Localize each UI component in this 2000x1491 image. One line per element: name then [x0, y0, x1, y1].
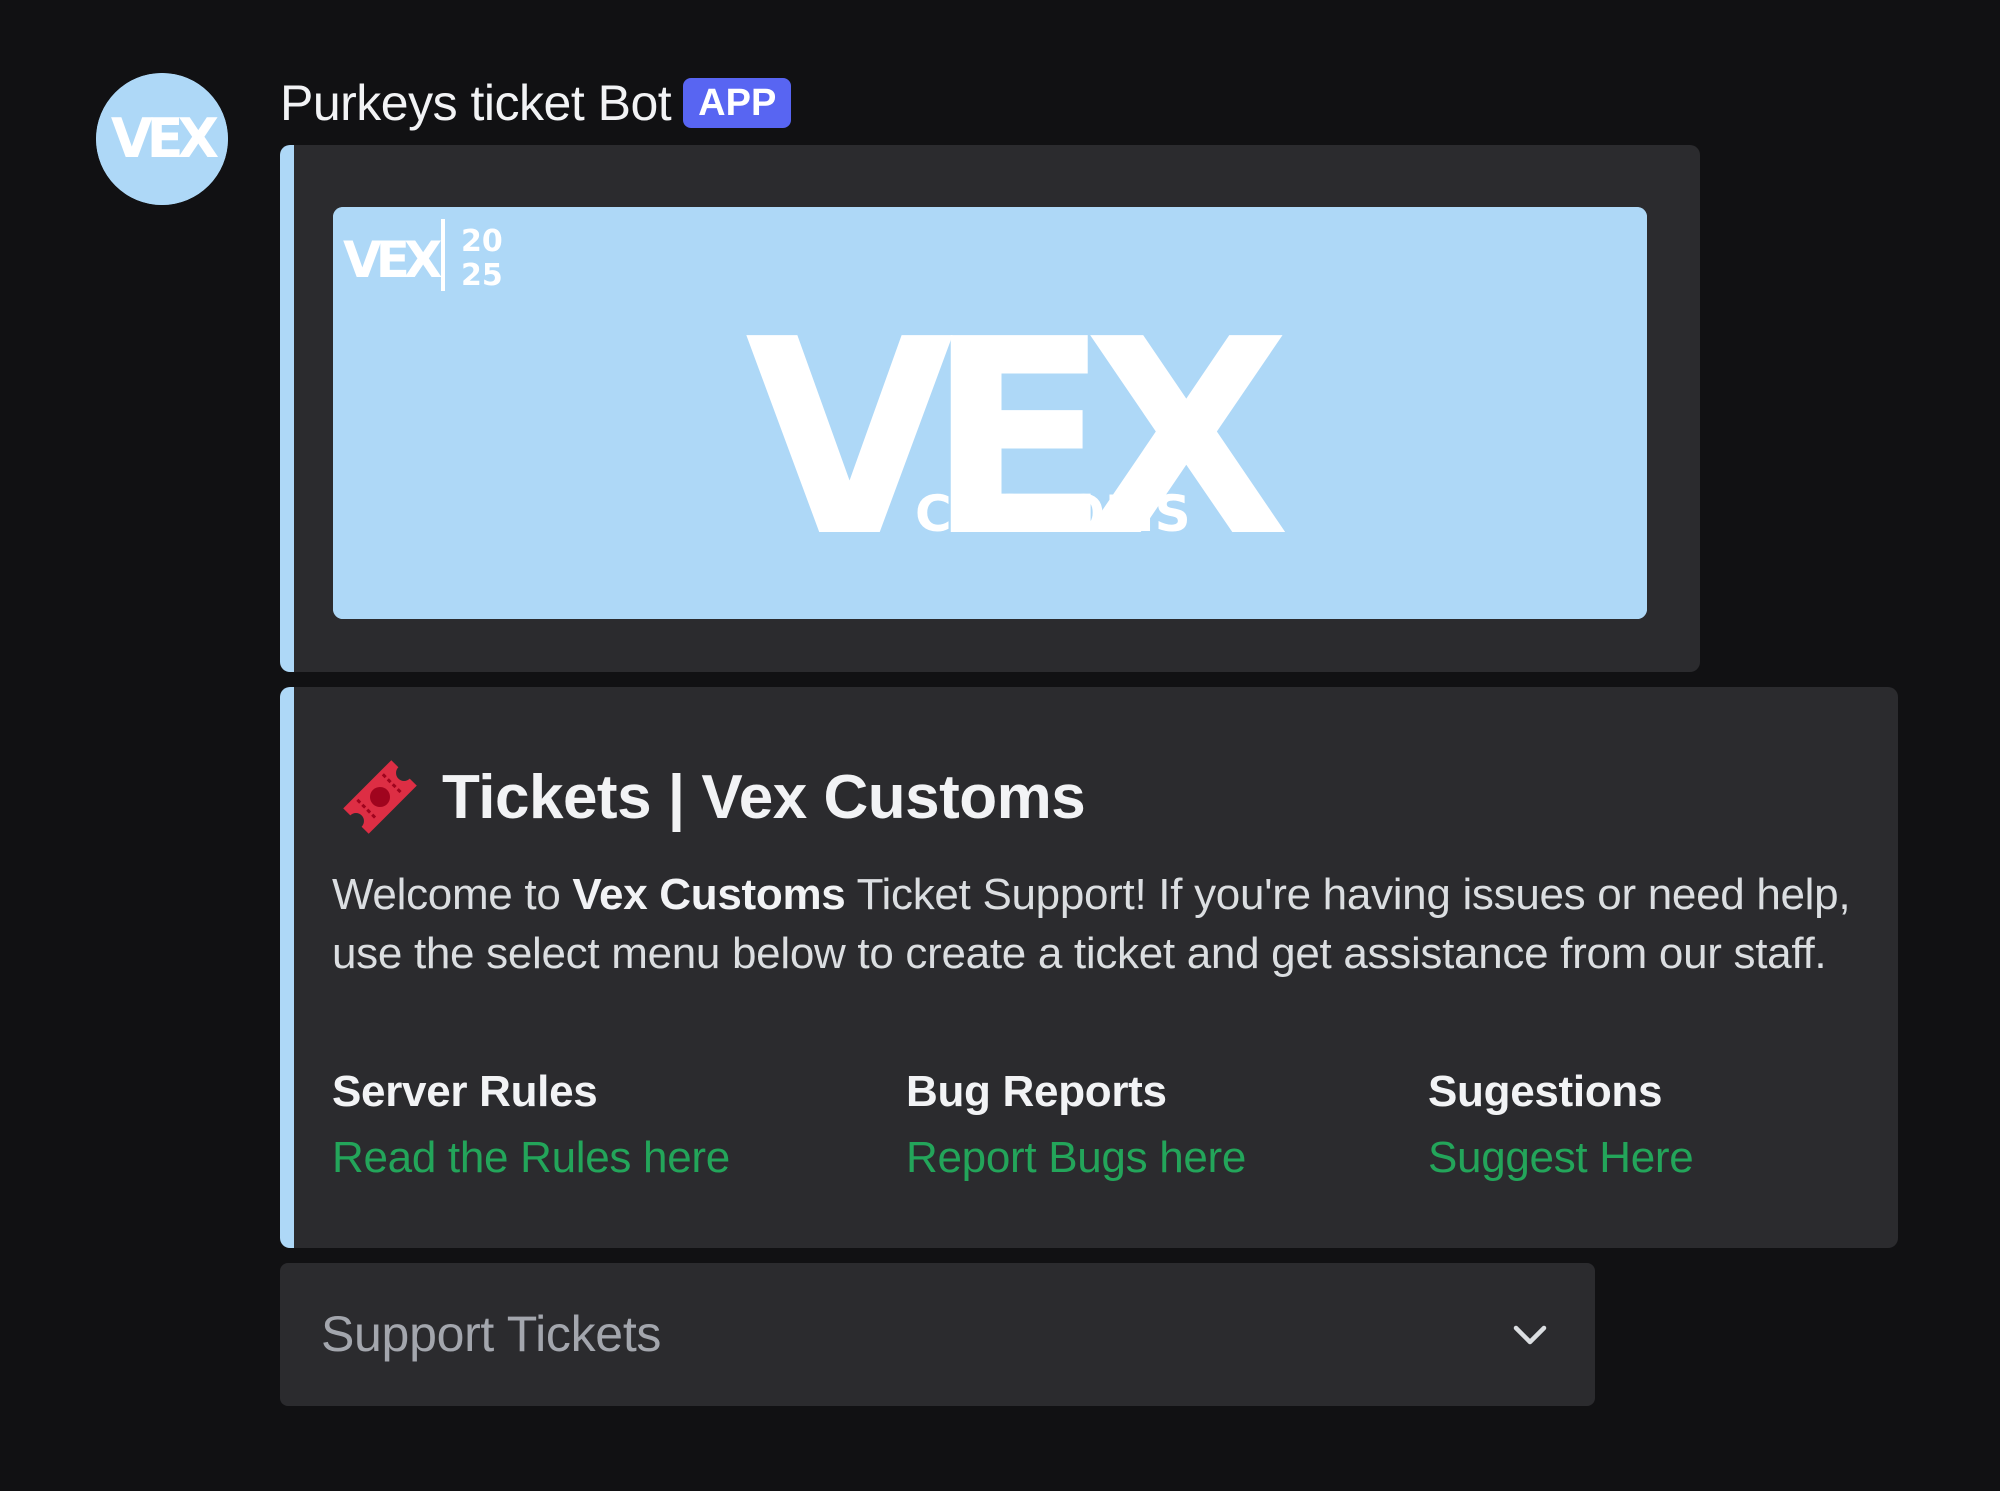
vex-customs-banner: VEX 20 25 VEX CUSTOMS	[333, 207, 1647, 619]
field-bug-reports: Bug Reports Report Bugs here	[906, 1062, 1246, 1188]
bot-avatar[interactable]: VEX	[96, 73, 228, 205]
ticket-embed: Tickets | Vex Customs Welcome to Vex Cus…	[280, 687, 1898, 1248]
main-logo-subtext: CUSTOMS	[915, 485, 1191, 543]
description-prefix: Welcome to	[332, 870, 573, 919]
message-header: Purkeys ticket Bot APP	[280, 70, 792, 136]
embed-title-row: Tickets | Vex Customs	[332, 747, 1086, 847]
image-embed: VEX 20 25 VEX CUSTOMS	[280, 145, 1700, 672]
field-name: Server Rules	[332, 1067, 598, 1116]
rules-link[interactable]: Read the Rules here	[332, 1128, 730, 1188]
suggest-link[interactable]: Suggest Here	[1428, 1128, 1694, 1188]
avatar-logo-text: VEX	[111, 107, 219, 170]
corner-year-bottom: 25	[461, 258, 503, 293]
field-name: Bug Reports	[906, 1067, 1167, 1116]
corner-logo-text: VEX	[343, 231, 442, 289]
corner-year-top: 20	[461, 224, 503, 259]
ticket-icon	[343, 760, 417, 834]
field-suggestions: Sugestions Suggest Here	[1428, 1062, 1694, 1188]
embed-title: Tickets | Vex Customs	[442, 762, 1086, 832]
app-badge: APP	[683, 78, 792, 128]
select-placeholder: Support Tickets	[321, 1306, 662, 1362]
vex-logo-icon: VEX	[96, 73, 228, 205]
main-logo-text: VEX	[745, 281, 1289, 596]
embed-description: Welcome to Vex Customs Ticket Support! I…	[332, 865, 1862, 983]
bug-report-link[interactable]: Report Bugs here	[906, 1128, 1246, 1188]
banner-image[interactable]: VEX 20 25 VEX CUSTOMS	[333, 207, 1647, 619]
field-name: Sugestions	[1428, 1067, 1663, 1116]
description-bold: Vex Customs	[572, 870, 846, 919]
chevron-down-icon	[1502, 1307, 1558, 1363]
discord-message-view: VEX Purkeys ticket Bot APP VEX 20 25 VEX…	[0, 0, 2000, 1491]
support-tickets-select[interactable]: Support Tickets	[280, 1263, 1595, 1406]
field-server-rules: Server Rules Read the Rules here	[332, 1062, 730, 1188]
author-name[interactable]: Purkeys ticket Bot	[280, 74, 672, 132]
